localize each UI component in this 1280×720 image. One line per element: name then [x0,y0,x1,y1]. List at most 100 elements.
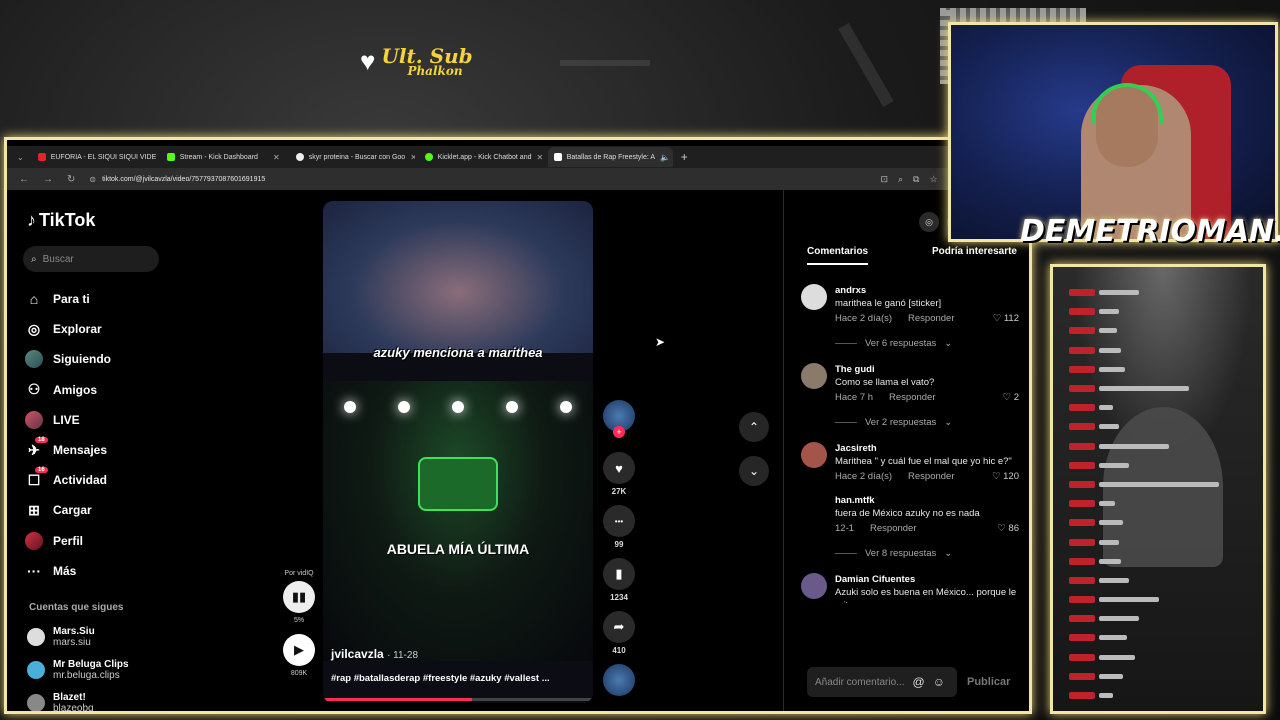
next-video-button[interactable]: ⌄ [739,456,769,486]
reply-button[interactable]: Responder [870,523,916,534]
chevron-up-icon: ⌃ [748,420,760,434]
avatar[interactable] [801,573,827,599]
cam-frame-decoration [940,8,1086,22]
view-replies[interactable]: Ver 8 respuestas ⌄ [835,548,1019,559]
nav-perfil[interactable]: Perfil [25,526,111,556]
vidiq-stats-button[interactable]: ▮▮ [283,581,315,613]
avatar[interactable] [801,494,827,520]
comment-action[interactable]: ••• 99 [601,505,637,549]
browser-window: ⌄ EUFORIA - EL SIQUI SIQUI VIDE✕ Stream … [4,137,1032,714]
nav-para-ti[interactable]: ⌂ Para ti [25,284,111,314]
comment-item: The gudi Como se llama el vato? Hace 7 h… [801,363,1019,428]
bookmark-icon[interactable]: ▮ [603,558,635,590]
video-hashtags[interactable]: #rap #batallasderap #freestyle #azuky #v… [331,673,550,684]
video-progress-bar[interactable] [323,698,593,701]
url-field[interactable]: tiktok.com/@jvilcavzla/video/75779370876… [102,176,265,183]
nav-siguiendo[interactable]: Siguiendo [25,344,111,374]
forward-icon[interactable]: → [43,174,53,185]
following-avatar-icon [25,350,43,369]
vidiq-percent: 5% [293,617,305,624]
avatar [27,660,45,679]
tab-tiktok[interactable]: Batallas de Rap Freestyle: A🔈✕ [547,147,673,167]
following-item[interactable]: Blazet! blazeobg [27,686,129,711]
chat-message [1069,341,1219,360]
tab-search-icon[interactable]: ⌄ [17,153,24,162]
compass-icon[interactable]: ◎ [919,212,939,232]
play-button[interactable]: ▶ [283,634,315,666]
reply-button[interactable]: Responder [889,392,935,403]
cast-icon[interactable]: ⧉ [913,174,919,185]
emoji-icon[interactable]: ☺ [933,675,945,689]
avatar[interactable] [801,363,827,389]
tiktok-logo[interactable]: ♪ TikTok [27,210,95,231]
comment-icon[interactable]: ••• [603,505,635,537]
video-caption-mid: ABUELA MÍA ÚLTIMA [386,541,530,557]
nav-explorar[interactable]: ◎ Explorar [25,314,111,344]
comment-like[interactable]: ♡ 2 [1003,392,1019,403]
close-icon[interactable]: ✕ [410,153,415,162]
comment-input[interactable]: Añadir comentario... @ ☺ [807,667,957,697]
chat-message [1069,302,1219,321]
tiktok-favicon-icon [553,153,562,161]
avatar[interactable] [801,284,827,310]
translate-icon[interactable]: ⊡ [880,174,888,185]
audio-icon[interactable]: 🔈 [660,153,670,162]
share-action[interactable]: ➦ 410 [601,611,637,655]
chat-message [1069,379,1219,398]
tab-kicklet[interactable]: Kicklet.app - Kick Chatbot and ✕ [419,147,544,167]
last-sub-name: Phalkon [407,64,463,78]
tab-google-search[interactable]: skyr proteina - Buscar con Goo✕ [290,147,415,167]
search-input[interactable]: ⌕ Buscar [23,246,159,272]
music-disc[interactable] [603,664,635,696]
comment-like[interactable]: ♡ 86 [997,523,1019,534]
comment-like[interactable]: ♡ 112 [993,313,1019,324]
tab-comentarios[interactable]: Comentarios [807,246,869,265]
nav-amigos[interactable]: ⚇ Amigos [25,375,111,405]
chat-message [1069,417,1219,436]
following-item[interactable]: Mr Beluga Clips mr.beluga.clips [27,653,129,686]
author-avatar[interactable]: + [603,400,635,438]
nav-mensajes[interactable]: ✈ 18 Mensajes [25,435,111,465]
reload-icon[interactable]: ↻ [67,174,75,185]
chat-message [1069,283,1219,302]
site-info-icon[interactable]: ⊜ [89,175,96,184]
view-replies[interactable]: Ver 2 respuestas ⌄ [835,417,1019,428]
reply-button[interactable]: Responder [908,313,954,324]
follow-plus-icon[interactable]: + [613,426,625,438]
mention-icon[interactable]: @ [913,675,925,689]
following-title: Cuentas que sigues [29,602,124,613]
like-action[interactable]: ♥ 27K [601,452,637,496]
comment-like[interactable]: ♡ 120 [992,471,1019,482]
chat-message [1069,609,1219,628]
zoom-icon[interactable]: ⌕ [898,174,903,185]
bookmark-star-icon[interactable]: ☆ [929,174,937,185]
following-item[interactable]: Mars.Siu mars.siu [27,620,129,653]
publish-button[interactable]: Publicar [967,676,1010,688]
nav-live[interactable]: LIVE [25,405,111,435]
nav-cargar[interactable]: ⊞ Cargar [25,495,111,525]
view-replies[interactable]: Ver 6 respuestas ⌄ [835,338,1019,349]
close-icon[interactable]: ✕ [273,153,280,162]
avatar[interactable] [801,442,827,468]
video-player[interactable]: azuky menciona a marithea ABUELA MÍA ÚLT… [323,201,593,703]
previous-video-button[interactable]: ⌃ [739,412,769,442]
share-icon[interactable]: ➦ [603,611,635,643]
tab-podria-interesarte[interactable]: Podría interesarte [932,246,1017,265]
avatar [27,627,45,646]
nav-mas[interactable]: ··· Más [25,556,111,586]
video-stage-scene [323,381,593,661]
tab-kick-dashboard[interactable]: Stream - Kick Dashboard ✕ [161,147,286,167]
chat-message [1069,360,1219,379]
save-action[interactable]: ▮ 1234 [601,558,637,602]
close-icon[interactable]: ✕ [536,153,543,162]
back-icon[interactable]: ← [19,174,29,185]
chat-messages [1069,283,1219,711]
reply-button[interactable]: Responder [908,471,954,482]
chat-message [1069,513,1219,532]
tab-euforia[interactable]: EUFORIA - EL SIQUI SIQUI VIDE✕ [32,147,157,167]
new-tab-button[interactable]: + [681,150,688,164]
friends-icon: ⚇ [27,381,41,398]
heart-icon[interactable]: ♥ [603,452,635,484]
video-author[interactable]: jvilcavzla · 11-28 [331,647,418,661]
nav-actividad[interactable]: ☐ 16 Actividad [25,465,111,495]
